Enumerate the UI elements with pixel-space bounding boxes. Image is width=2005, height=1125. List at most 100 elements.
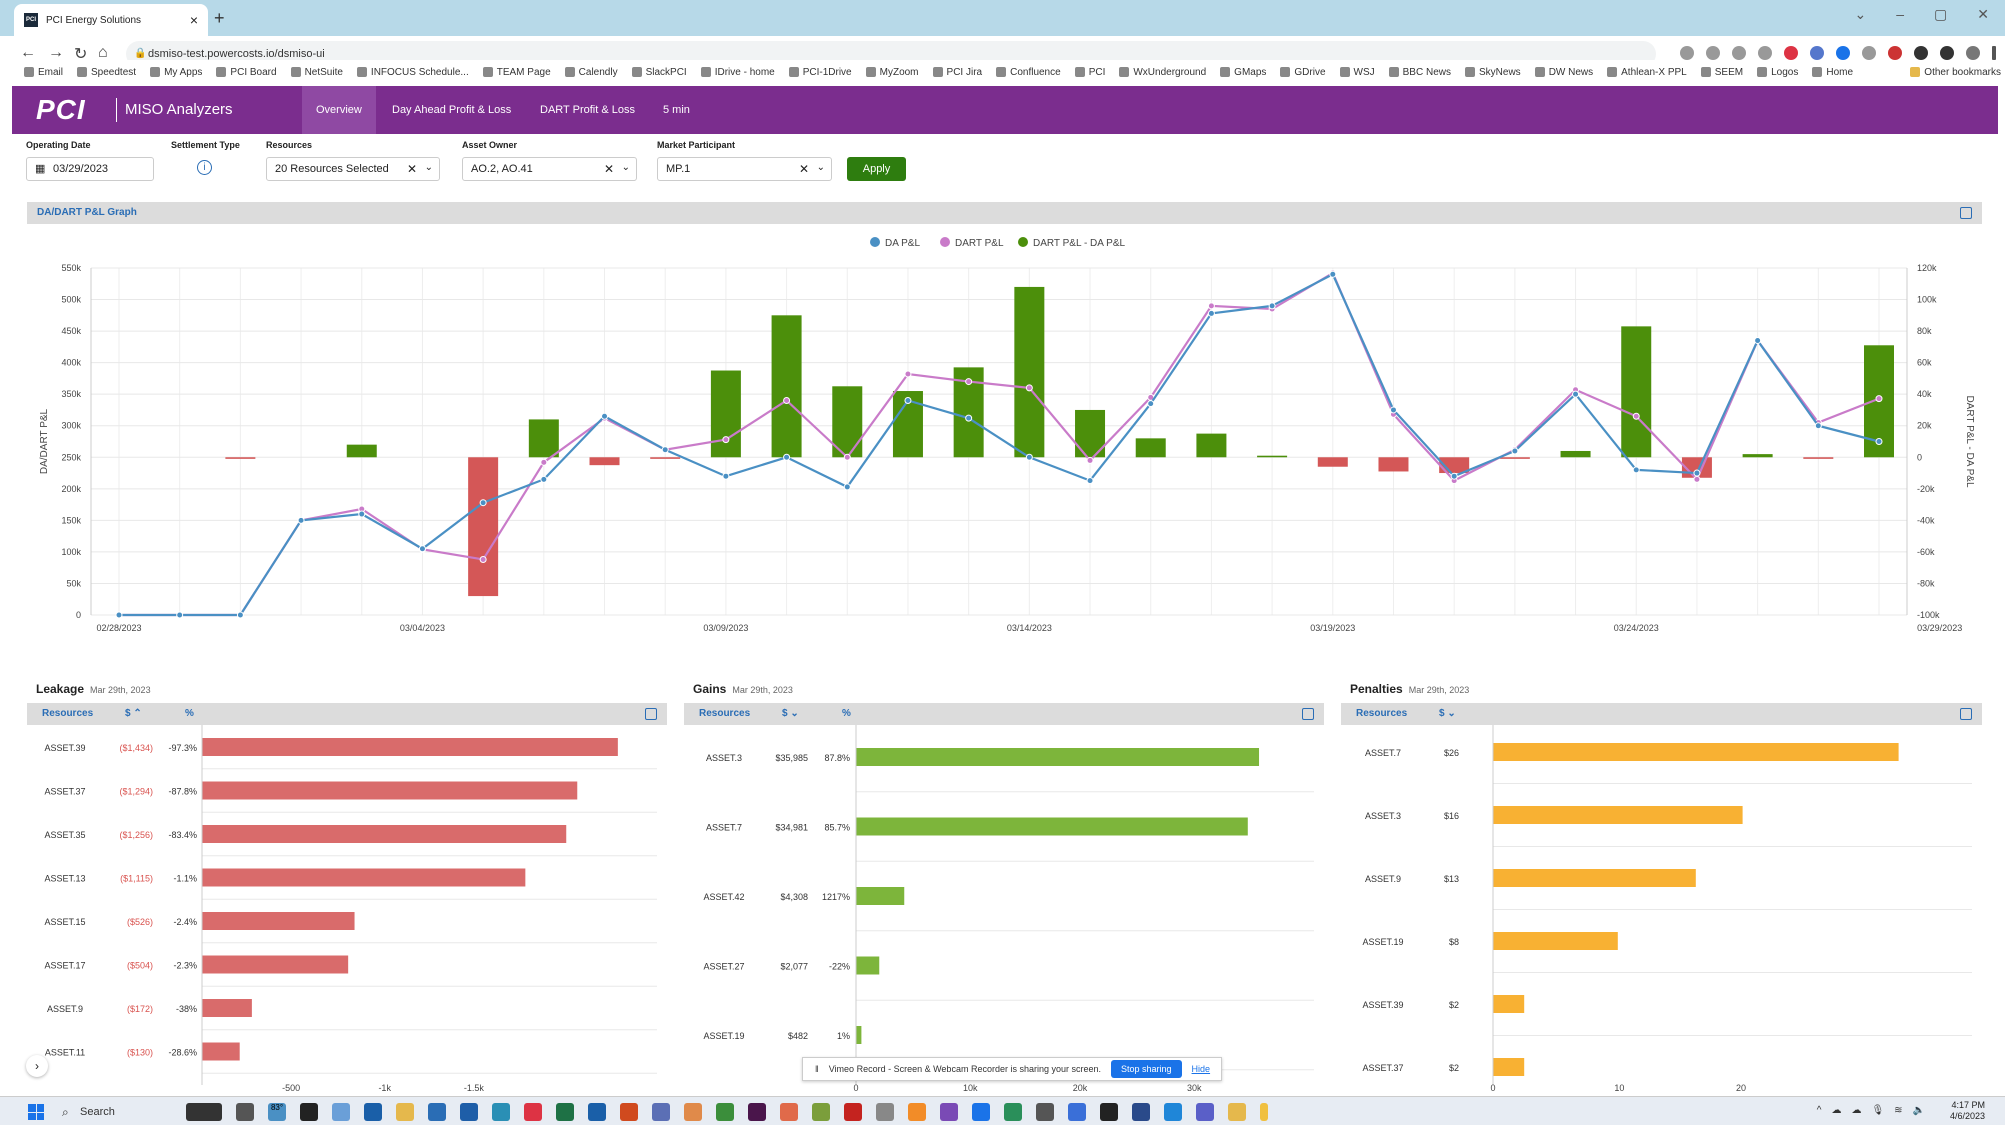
app-icon[interactable] (460, 1103, 478, 1121)
minimize-icon[interactable]: – (1896, 6, 1904, 23)
chevron-up-icon[interactable]: ^ (1817, 1105, 1822, 1116)
windows-start-icon[interactable] (28, 1104, 44, 1120)
clear-icon[interactable]: ✕ (799, 158, 809, 180)
share-icon[interactable] (1732, 46, 1746, 60)
bookmark-item[interactable]: Email (24, 67, 63, 78)
bookmark-item[interactable]: GMaps (1220, 67, 1266, 78)
bookmark-item[interactable]: SlackPCI (631, 67, 687, 78)
mic-icon[interactable]: 🎙 (1871, 1105, 1884, 1116)
chevron-down-icon[interactable]: ⌄ (425, 157, 433, 179)
weather-icon[interactable]: 83° (268, 1103, 286, 1121)
extension-icon[interactable] (1888, 46, 1902, 60)
app-icon[interactable] (1260, 1103, 1268, 1121)
excel-icon[interactable] (556, 1103, 574, 1121)
close-window-icon[interactable]: ✕ (1977, 6, 1989, 23)
bookmark-item[interactable]: My Apps (150, 67, 202, 78)
puzzle-icon[interactable] (1914, 46, 1928, 60)
powerpoint-icon[interactable] (620, 1103, 638, 1121)
bookmark-item[interactable]: MyZoom (865, 67, 919, 78)
bookmark-item[interactable]: PCI-1Drive (788, 67, 852, 78)
app-icon[interactable] (1036, 1103, 1054, 1121)
chevron-right-icon[interactable]: › (26, 1055, 48, 1077)
tab-overview[interactable]: Overview (302, 86, 376, 134)
clear-icon[interactable]: ✕ (604, 158, 614, 180)
outlook-icon[interactable] (588, 1103, 606, 1121)
col-percent[interactable]: % (185, 703, 194, 725)
operating-date-field[interactable]: ▦ 03/29/2023 (26, 157, 154, 181)
tab-day-ahead-pnl[interactable]: Day Ahead Profit & Loss (378, 86, 525, 134)
tab-dart-pnl[interactable]: DART Profit & Loss (526, 86, 649, 134)
extension-icon[interactable] (1862, 46, 1876, 60)
acrobat-icon[interactable] (844, 1103, 862, 1121)
bookmark-item[interactable]: WSJ (1339, 67, 1375, 78)
browser-tab[interactable]: PCI PCI Energy Solutions × (14, 4, 208, 36)
terminal-icon[interactable] (300, 1103, 318, 1121)
photos-icon[interactable] (332, 1103, 350, 1121)
bookmark-item[interactable]: BBC News (1388, 67, 1451, 78)
stop-sharing-button[interactable]: Stop sharing (1111, 1060, 1182, 1078)
app-icon[interactable] (780, 1103, 798, 1121)
bookmark-item[interactable]: Calendly (564, 67, 618, 78)
chevron-down-icon[interactable]: ⌄ (622, 157, 630, 179)
bookmark-item[interactable]: PCI (1074, 67, 1105, 78)
info-icon[interactable]: i (197, 160, 212, 175)
app-icon[interactable] (1228, 1103, 1246, 1121)
slack-icon[interactable] (748, 1103, 766, 1121)
bookmark-item[interactable]: NetSuite (290, 67, 343, 78)
bookmark-item[interactable]: PCI Board (216, 67, 277, 78)
export-icon[interactable] (1960, 708, 1972, 720)
edge-icon[interactable] (492, 1103, 510, 1121)
teams-icon[interactable] (1196, 1103, 1214, 1121)
cloud-icon[interactable]: ☁ (1831, 1105, 1841, 1116)
app-icon[interactable] (1132, 1103, 1150, 1121)
col-resources[interactable]: Resources (1356, 703, 1407, 725)
bookmark-item[interactable]: GDrive (1280, 67, 1326, 78)
app-icon[interactable] (1068, 1103, 1086, 1121)
bookmark-item[interactable]: DW News (1534, 67, 1593, 78)
extension-icon[interactable] (1810, 46, 1824, 60)
col-amount[interactable]: $ ⌄ (1439, 703, 1456, 725)
app-icon[interactable] (1004, 1103, 1022, 1121)
bookmark-item[interactable]: INFOCUS Schedule... (356, 67, 469, 78)
col-percent[interactable]: % (842, 703, 851, 725)
profile-avatar[interactable] (1966, 46, 1980, 60)
app-icon[interactable] (684, 1103, 702, 1121)
bookmark-item[interactable]: Confluence (996, 67, 1061, 78)
bookmark-item[interactable]: TEAM Page (482, 67, 551, 78)
app-icon[interactable] (716, 1103, 734, 1121)
download-icon[interactable] (1706, 46, 1720, 60)
col-amount[interactable]: $ ⌃ (125, 703, 142, 725)
clock[interactable]: 4:17 PM 4/6/2023 (1950, 1100, 1985, 1122)
bookmark-item[interactable]: IDrive - home (700, 67, 775, 78)
col-resources[interactable]: Resources (42, 703, 93, 725)
tab-5-min[interactable]: 5 min (649, 86, 704, 134)
hide-link[interactable]: Hide (1192, 1064, 1211, 1074)
asset-owner-select[interactable]: AO.2, AO.41 ✕ ⌄ (462, 157, 637, 181)
app-icon[interactable] (1100, 1103, 1118, 1121)
bookmark-item[interactable]: Athlean-X PPL (1607, 67, 1687, 78)
taskbar-search[interactable]: ⌕ Search (58, 1102, 178, 1122)
camera-icon[interactable] (1680, 46, 1694, 60)
app-icon[interactable] (908, 1103, 926, 1121)
chevron-down-icon[interactable]: ⌄ (1855, 6, 1867, 23)
apply-button[interactable]: Apply (847, 157, 906, 181)
chevron-down-icon[interactable]: ⌄ (817, 157, 825, 179)
zoom-extension-icon[interactable] (1836, 46, 1850, 60)
app-icon[interactable] (652, 1103, 670, 1121)
export-icon[interactable] (1960, 207, 1972, 219)
other-bookmarks[interactable]: Other bookmarks (1910, 67, 2001, 78)
extension-icon[interactable] (1784, 46, 1798, 60)
store-icon[interactable] (364, 1103, 382, 1121)
market-participant-select[interactable]: MP.1 ✕ ⌄ (657, 157, 832, 181)
vscode-icon[interactable] (1164, 1103, 1182, 1121)
menu-icon[interactable] (1992, 46, 1996, 60)
close-tab-icon[interactable]: × (190, 12, 198, 28)
file-icon[interactable] (236, 1103, 254, 1121)
bookmark-item[interactable]: Logos (1757, 67, 1798, 78)
explorer-icon[interactable] (396, 1103, 414, 1121)
bookmark-item[interactable]: SEEM (1700, 67, 1743, 78)
volume-icon[interactable]: 🔈 (1913, 1105, 1925, 1116)
app-icon[interactable] (428, 1103, 446, 1121)
app-icon[interactable] (876, 1103, 894, 1121)
export-icon[interactable] (645, 708, 657, 720)
